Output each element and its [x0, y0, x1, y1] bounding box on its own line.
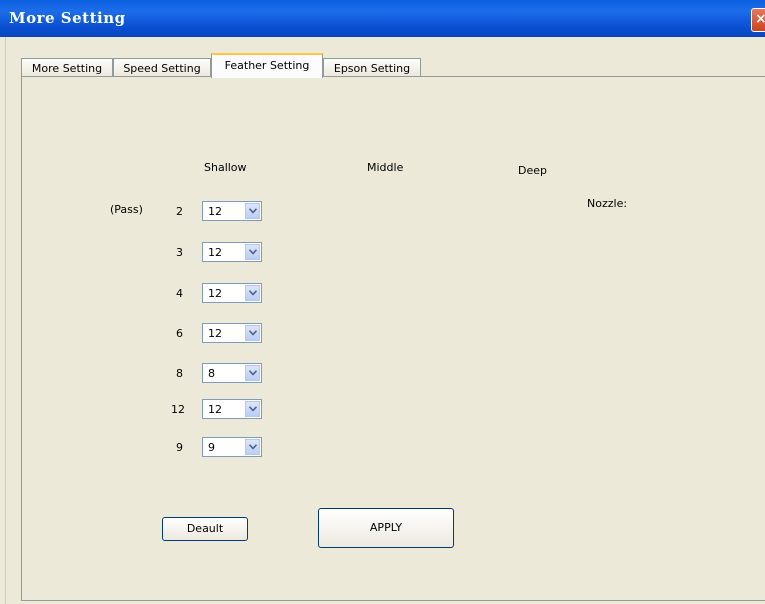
shallow-value-select[interactable]: 12 — [202, 399, 262, 419]
tab-more-setting[interactable]: More Setting — [21, 58, 113, 77]
pass-number: 8 — [176, 367, 183, 380]
tab-speed-setting[interactable]: Speed Setting — [113, 58, 211, 77]
feather-setting-panel: Shallow Middle Deep Nozzle: (Pass) 2 12 3 1… — [21, 76, 765, 601]
pass-number: 3 — [176, 246, 183, 259]
pass-number: 9 — [176, 441, 183, 454]
chevron-down-icon[interactable] — [245, 285, 260, 301]
pass-number: 12 — [171, 403, 185, 416]
chevron-down-icon[interactable] — [245, 365, 260, 381]
select-value: 12 — [208, 287, 222, 300]
select-value: 12 — [208, 205, 222, 218]
select-value: 12 — [208, 403, 222, 416]
client-area: More Setting Speed Setting Feather Setti… — [5, 37, 765, 604]
shallow-value-select[interactable]: 12 — [202, 283, 262, 303]
shallow-value-select[interactable]: 9 — [202, 437, 262, 457]
deep-column-header: Deep — [518, 164, 547, 177]
select-value: 12 — [208, 327, 222, 340]
pass-label: (Pass) — [110, 203, 143, 216]
close-icon: × — [755, 11, 765, 27]
chevron-down-icon[interactable] — [245, 203, 260, 219]
shallow-value-select[interactable]: 12 — [202, 323, 262, 343]
tab-feather-setting[interactable]: Feather Setting — [211, 53, 323, 78]
select-value: 8 — [208, 367, 215, 380]
default-button[interactable]: Deault — [162, 517, 248, 541]
middle-column-header: Middle — [367, 161, 404, 174]
close-button[interactable]: × — [751, 8, 765, 32]
more-setting-window: More Setting × More Setting Speed Settin… — [0, 0, 765, 604]
chevron-down-icon[interactable] — [245, 244, 260, 260]
pass-number: 4 — [176, 287, 183, 300]
select-value: 9 — [208, 441, 215, 454]
shallow-value-select[interactable]: 12 — [202, 201, 262, 221]
shallow-column-header: Shallow — [204, 161, 247, 174]
chevron-down-icon[interactable] — [245, 439, 260, 455]
select-value: 12 — [208, 246, 222, 259]
pass-number: 2 — [176, 205, 183, 218]
title-bar[interactable]: More Setting × — [0, 0, 765, 37]
chevron-down-icon[interactable] — [245, 325, 260, 341]
apply-button[interactable]: APPLY — [318, 508, 454, 548]
window-title: More Setting — [9, 9, 126, 27]
shallow-value-select[interactable]: 12 — [202, 242, 262, 262]
nozzle-label: Nozzle: — [587, 197, 628, 210]
shallow-value-select[interactable]: 8 — [202, 363, 262, 383]
tab-epson-setting[interactable]: Epson Setting — [323, 58, 421, 77]
chevron-down-icon[interactable] — [245, 401, 260, 417]
pass-number: 6 — [176, 327, 183, 340]
